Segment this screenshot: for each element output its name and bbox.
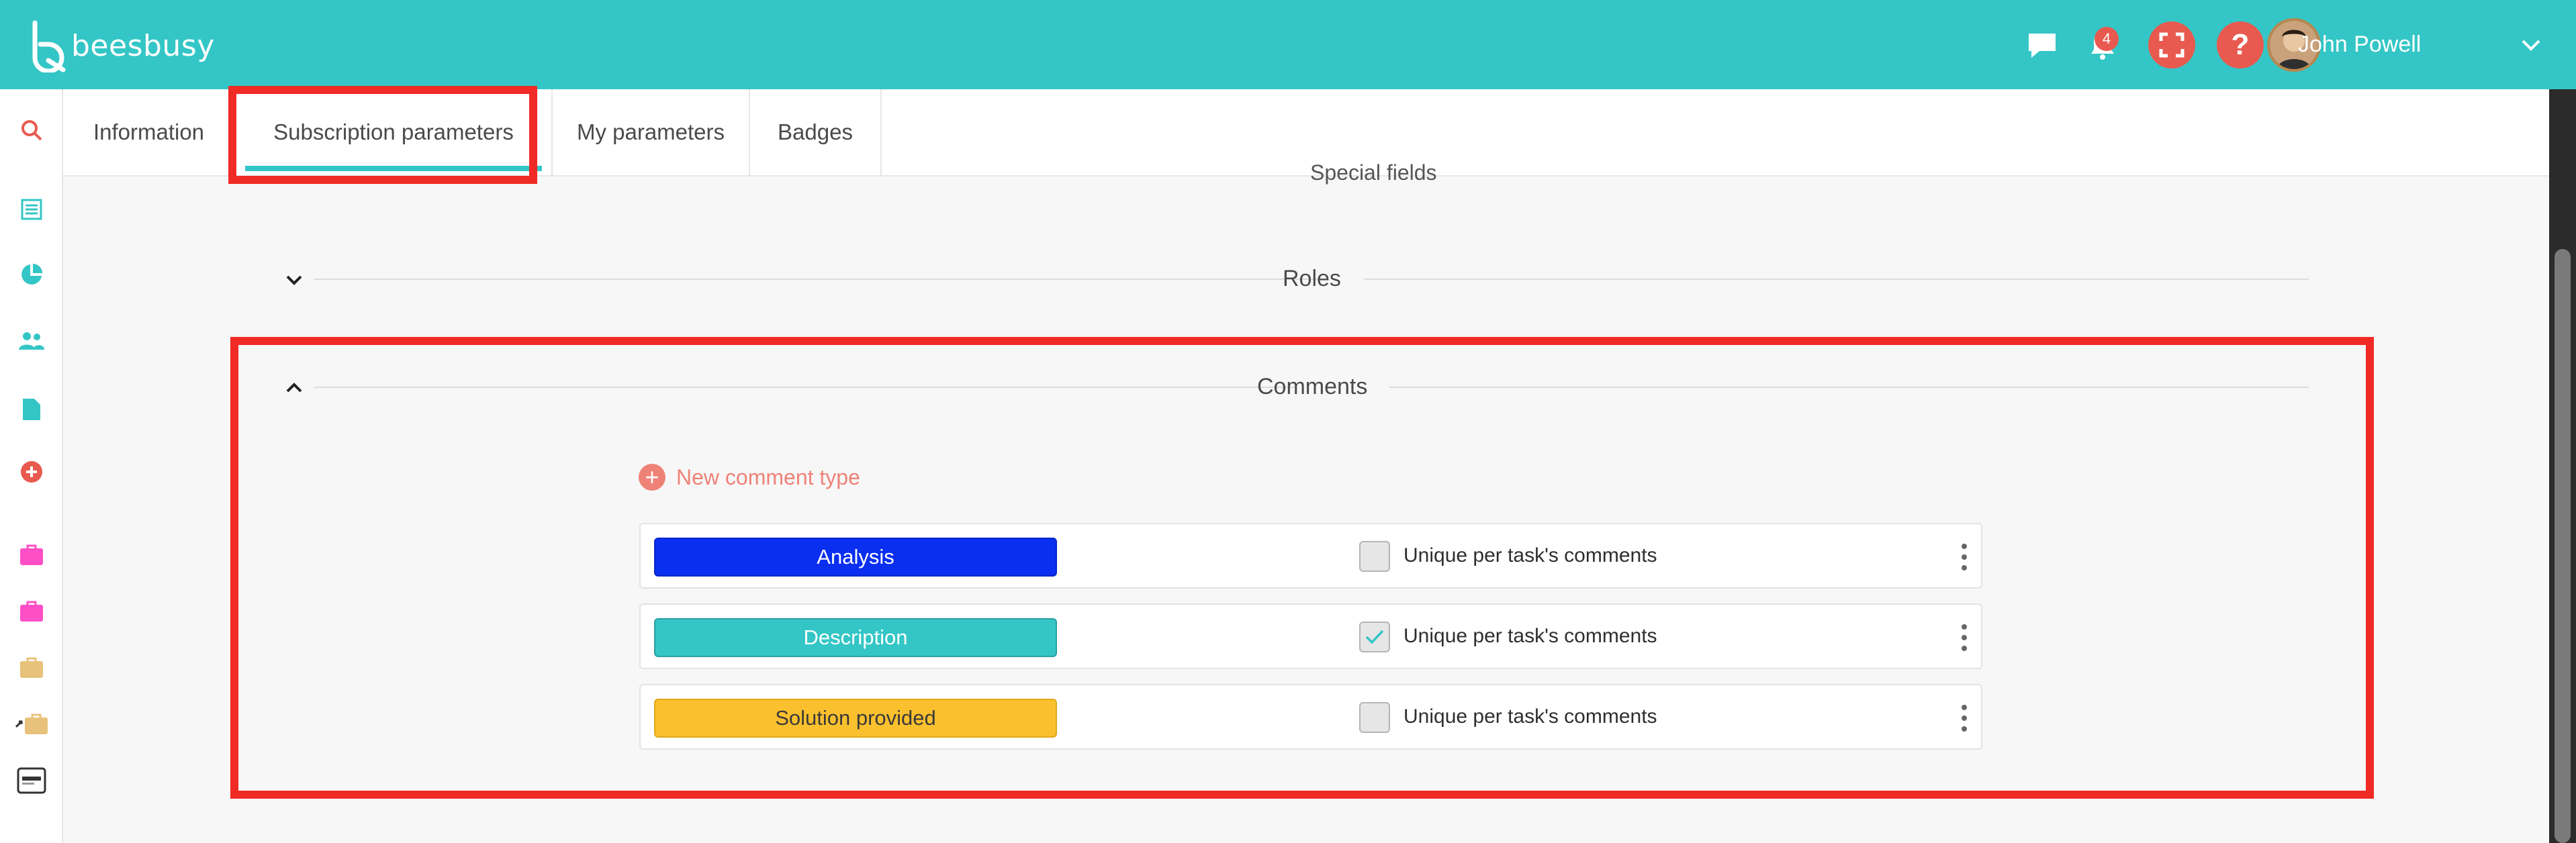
new-comment-type-label: New comment type: [676, 464, 860, 489]
tab-label: Information: [93, 119, 205, 144]
roles-section-title[interactable]: Roles: [1283, 266, 1341, 292]
briefcase-icon: [15, 713, 48, 734]
briefcase-icon: [20, 601, 43, 622]
app-root: beesbusy 4 ? John Powell Information Sub…: [0, 0, 2576, 843]
unique-per-task-checkbox[interactable]: [1359, 541, 1390, 572]
help-button[interactable]: ?: [2217, 0, 2264, 89]
comment-type-pill-description[interactable]: Description: [654, 618, 1057, 657]
users-icon: [19, 332, 44, 350]
briefcase-icon: [20, 544, 43, 565]
comment-type-pill-solution-provided[interactable]: Solution provided: [654, 699, 1057, 738]
left-sidebar: [0, 89, 63, 843]
tab-label: My parameters: [576, 119, 725, 144]
unique-per-task-label: Unique per task's comments: [1404, 544, 1657, 566]
comments-section-title[interactable]: Comments: [1257, 374, 1367, 400]
chat-button[interactable]: [2015, 0, 2069, 89]
more-options-icon[interactable]: [1961, 705, 1968, 732]
comment-type-pill-analysis[interactable]: Analysis: [654, 538, 1057, 577]
sidebar-item-project-1[interactable]: [0, 544, 63, 566]
list-icon: [21, 199, 42, 220]
chat-icon: [2029, 33, 2056, 58]
roles-divider-right: [1364, 279, 2309, 280]
sidebar-item-reports[interactable]: [0, 262, 63, 287]
comments-divider-right: [1389, 387, 2309, 388]
chevron-down-icon: [2522, 40, 2540, 51]
search-icon: [21, 120, 42, 141]
scrollbar-track[interactable]: [2549, 89, 2576, 843]
sidebar-item-users[interactable]: [0, 331, 63, 351]
logo-icon: [17, 767, 46, 794]
new-comment-type-button[interactable]: + New comment type: [639, 464, 860, 491]
sidebar-item-workspace[interactable]: [0, 767, 63, 794]
sidebar-item-project-4[interactable]: [0, 713, 63, 735]
tab-label: Subscription parameters: [273, 119, 514, 144]
comment-type-name: Analysis: [817, 545, 894, 568]
plus-circle-icon: +: [639, 464, 665, 491]
sidebar-item-add[interactable]: [0, 460, 63, 484]
comment-type-row: Description Unique per task's comments: [639, 603, 1982, 669]
sidebar-item-lists[interactable]: [0, 198, 63, 221]
unique-per-task-label: Unique per task's comments: [1404, 705, 1657, 728]
unique-per-task-checkbox[interactable]: [1359, 702, 1390, 733]
sidebar-item-project-2[interactable]: [0, 601, 63, 622]
unique-per-task-checkbox[interactable]: [1359, 622, 1390, 652]
fullscreen-icon: [2159, 32, 2184, 57]
help-icon: ?: [2217, 21, 2264, 68]
user-name: John Powell: [2298, 32, 2422, 57]
add-circle-icon: [21, 461, 42, 483]
more-options-icon[interactable]: [1961, 544, 1968, 571]
sidebar-item-project-3[interactable]: [0, 657, 63, 679]
scrollbar-thumb[interactable]: [2555, 249, 2571, 843]
pie-chart-icon: [21, 264, 42, 285]
special-fields-heading: Special fields: [1310, 160, 1437, 185]
comment-type-name: Description: [803, 626, 908, 649]
tab-my-parameters[interactable]: My parameters: [553, 89, 750, 175]
comment-type-row: Solution provided Unique per task's comm…: [639, 684, 1982, 750]
checkmark-icon: [1365, 630, 1384, 644]
document-icon: [23, 399, 40, 420]
comment-type-name: Solution provided: [775, 706, 936, 730]
app-logo[interactable]: beesbusy: [28, 19, 215, 72]
comment-type-row: Analysis Unique per task's comments: [639, 523, 1982, 589]
roles-divider-left: [314, 279, 1322, 280]
roles-expand-chevron-icon[interactable]: [281, 267, 308, 294]
comments-collapse-chevron-icon[interactable]: [281, 374, 308, 401]
user-menu-toggle[interactable]: [2514, 0, 2548, 89]
tab-label: Badges: [778, 119, 853, 144]
user-name-area[interactable]: John Powell: [2291, 0, 2520, 89]
notifications-button[interactable]: 4: [2076, 0, 2129, 89]
tab-information[interactable]: Information: [63, 89, 236, 175]
comments-divider-left: [314, 387, 1295, 388]
briefcase-icon: [20, 657, 43, 678]
app-name: beesbusy: [71, 28, 215, 63]
unique-per-task-label: Unique per task's comments: [1404, 625, 1657, 647]
fullscreen-button[interactable]: [2148, 0, 2195, 89]
beesbusy-logo-icon: [32, 20, 66, 72]
settings-content: Special fields Roles Comments + New comm…: [64, 160, 2549, 843]
more-options-icon[interactable]: [1961, 624, 1968, 651]
search-button[interactable]: [0, 119, 63, 142]
sidebar-item-documents[interactable]: [0, 397, 63, 422]
tab-subscription-parameters[interactable]: Subscription parameters: [236, 89, 553, 175]
fullscreen-circle: [2148, 21, 2195, 68]
tab-badges[interactable]: Badges: [750, 89, 882, 175]
top-bar: beesbusy 4 ? John Powell: [0, 0, 2576, 89]
notification-count-badge: 4: [2095, 27, 2119, 51]
